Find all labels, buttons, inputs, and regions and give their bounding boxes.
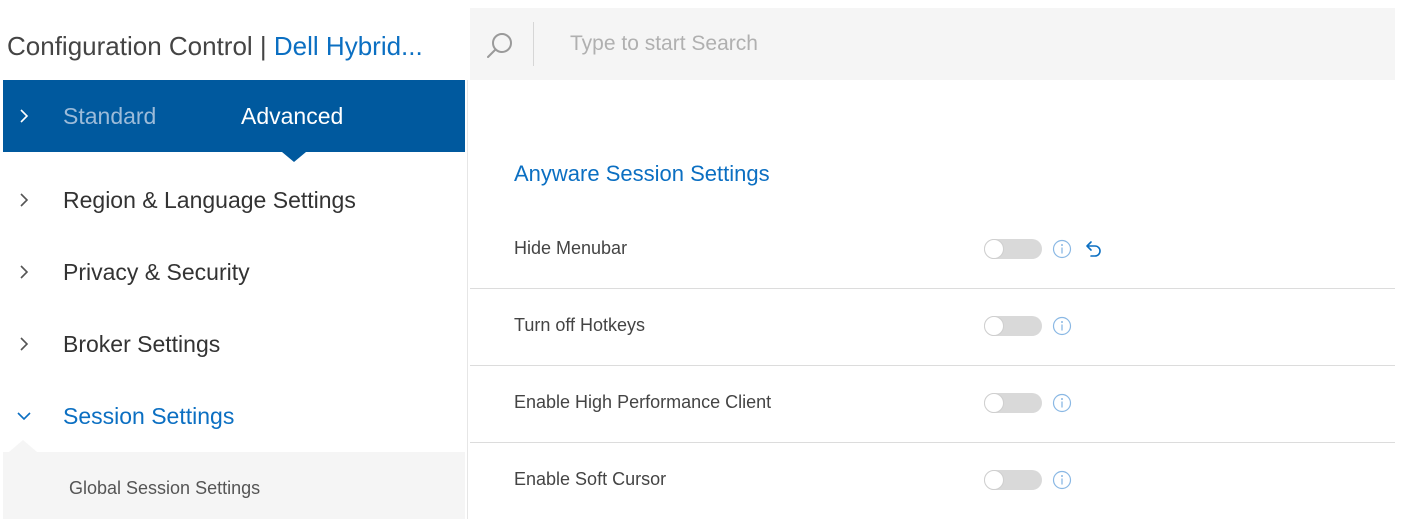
active-tab-indicator	[282, 152, 306, 162]
tab-advanced[interactable]: Advanced	[241, 102, 343, 130]
high-performance-client-toggle[interactable]	[984, 393, 1042, 413]
chevron-right-icon	[20, 265, 29, 279]
sidebar-item-session-settings[interactable]: Session Settings	[3, 380, 465, 452]
page-title: Configuration Control | Dell Hybrid...	[7, 28, 467, 64]
session-settings-subpanel: Global Session Settings	[3, 440, 465, 519]
reset-icon[interactable]	[1082, 238, 1104, 260]
section-title: Anyware Session Settings	[514, 161, 770, 186]
info-icon[interactable]	[1052, 470, 1072, 490]
setting-label: Enable High Performance Client	[514, 392, 772, 412]
search-bar	[470, 8, 1395, 80]
setting-row-high-performance-client: Enable High Performance Client	[470, 366, 1395, 443]
setting-label: Turn off Hotkeys	[514, 315, 646, 335]
title-prefix: Configuration Control |	[7, 31, 274, 61]
toggle-knob	[984, 470, 1004, 490]
soft-cursor-toggle[interactable]	[984, 470, 1042, 490]
sidebar-item-privacy-security[interactable]: Privacy & Security	[3, 236, 465, 308]
sidebar-divider	[467, 80, 468, 519]
sidebar-subitem-global-session-settings[interactable]: Global Session Settings	[69, 476, 260, 500]
hide-menubar-toggle[interactable]	[984, 239, 1042, 259]
search-divider	[533, 22, 534, 66]
turn-off-hotkeys-toggle[interactable]	[984, 316, 1042, 336]
toggle-knob	[984, 393, 1004, 413]
sidebar-item-label: Session Settings	[63, 403, 235, 429]
search-icon[interactable]	[484, 30, 516, 62]
chevron-down-icon	[17, 412, 31, 421]
sidebar-item-region-language[interactable]: Region & Language Settings	[3, 164, 465, 236]
setting-label: Enable Soft Cursor	[514, 469, 667, 489]
setting-label: Hide Menubar	[514, 238, 628, 258]
tab-standard[interactable]: Standard	[63, 102, 156, 130]
subpanel-pointer	[9, 440, 37, 452]
title-product: Dell Hybrid...	[273, 31, 423, 61]
sidebar-item-label: Broker Settings	[63, 331, 221, 357]
info-icon[interactable]	[1052, 316, 1072, 336]
info-icon[interactable]	[1052, 393, 1072, 413]
search-input[interactable]	[570, 26, 1330, 62]
mode-switch-bar: Standard Advanced	[3, 80, 465, 162]
sidebar: Standard Advanced Region & Language Sett…	[3, 80, 465, 519]
setting-row-soft-cursor: Enable Soft Cursor	[470, 443, 1395, 519]
setting-row-hide-menubar: Hide Menubar	[470, 212, 1395, 289]
sidebar-item-label: Region & Language Settings	[63, 187, 356, 213]
setting-row-turn-off-hotkeys: Turn off Hotkeys	[470, 289, 1395, 366]
toggle-knob	[984, 239, 1004, 259]
info-icon[interactable]	[1052, 239, 1072, 259]
sidebar-item-label: Privacy & Security	[63, 259, 250, 285]
toggle-knob	[984, 316, 1004, 336]
chevron-right-icon[interactable]	[15, 106, 33, 126]
chevron-right-icon	[20, 193, 29, 207]
chevron-right-icon	[20, 337, 29, 351]
sidebar-item-broker-settings[interactable]: Broker Settings	[3, 308, 465, 380]
